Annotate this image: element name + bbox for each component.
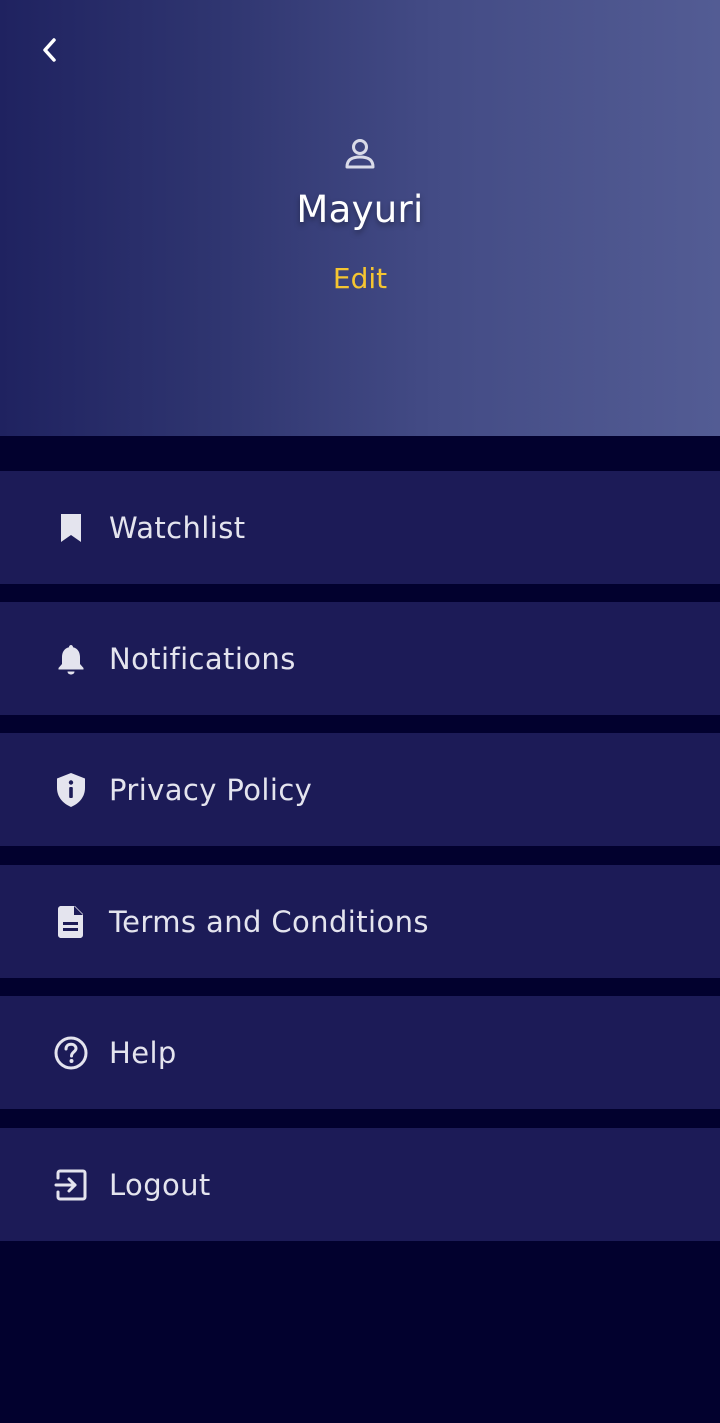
menu-item-label: Privacy Policy xyxy=(109,772,313,807)
menu-item-label: Help xyxy=(109,1035,177,1070)
menu-item-label: Terms and Conditions xyxy=(109,904,429,939)
help-circle-icon xyxy=(51,1033,91,1073)
menu-item-privacy-policy[interactable]: Privacy Policy xyxy=(0,733,720,846)
profile-header: Mayuri Edit xyxy=(0,0,720,436)
profile-screen: Mayuri Edit Watchlist Notifications Priv… xyxy=(0,0,720,1423)
menu-item-logout[interactable]: Logout xyxy=(0,1128,720,1241)
menu-item-notifications[interactable]: Notifications xyxy=(0,602,720,715)
menu-item-watchlist[interactable]: Watchlist xyxy=(0,471,720,584)
logout-icon xyxy=(51,1165,91,1205)
avatar xyxy=(340,134,380,174)
person-outline-icon xyxy=(342,136,378,172)
shield-info-icon xyxy=(51,770,91,810)
edit-profile-link[interactable]: Edit xyxy=(310,262,410,295)
menu-item-label: Logout xyxy=(109,1167,211,1202)
profile-name: Mayuri xyxy=(296,188,424,231)
bookmark-icon xyxy=(51,508,91,548)
back-button[interactable] xyxy=(30,30,70,70)
menu-item-label: Watchlist xyxy=(109,510,246,545)
bell-icon xyxy=(51,639,91,679)
menu-item-help[interactable]: Help xyxy=(0,996,720,1109)
document-icon xyxy=(51,902,91,942)
menu-item-label: Notifications xyxy=(109,641,296,676)
menu-item-terms-and-conditions[interactable]: Terms and Conditions xyxy=(0,865,720,978)
chevron-left-icon xyxy=(39,36,61,64)
